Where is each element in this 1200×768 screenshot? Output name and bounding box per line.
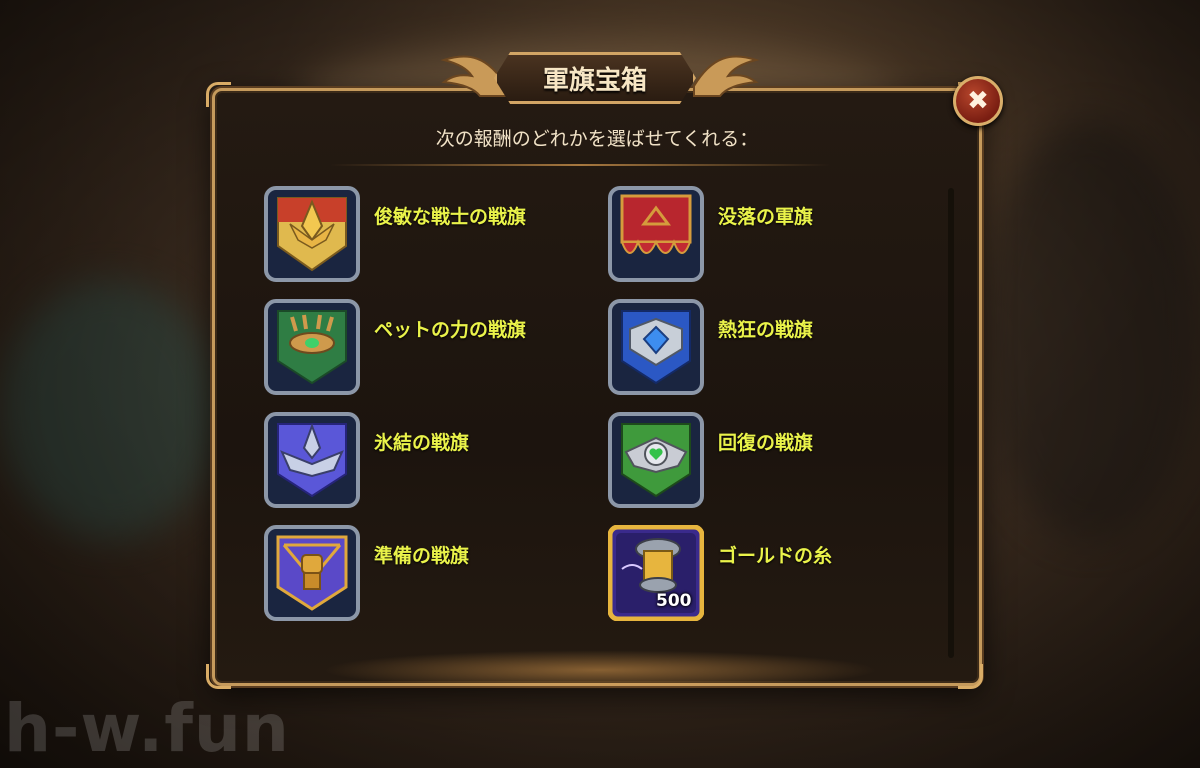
reward-label: 回復の戦旗 — [718, 432, 814, 454]
pet-power-banner-icon — [264, 299, 360, 395]
freeze-banner-icon — [264, 412, 360, 508]
reward-label: ゴールドの糸 — [718, 545, 833, 567]
reward-item[interactable]: 氷結の戦旗 — [264, 412, 594, 512]
reward-label: 熱狂の戦旗 — [718, 319, 814, 341]
reward-item[interactable]: 熱狂の戦旗 — [608, 299, 938, 399]
reward-label: 俊敏な戦士の戦旗 — [374, 206, 527, 228]
right-wing-ornament — [693, 55, 760, 97]
subtitle-divider — [330, 164, 830, 166]
reward-label: ペットの力の戦旗 — [374, 319, 527, 341]
close-button[interactable]: ✖ — [953, 76, 1003, 126]
ornament-corner — [958, 664, 983, 689]
dialog-title: 軍旗宝箱 — [542, 65, 647, 96]
ornament-corner — [206, 664, 231, 689]
watermark: h-w.fun — [4, 690, 290, 767]
reward-item[interactable]: 回復の戦旗 — [608, 412, 938, 512]
dialog-title-plate: 軍旗宝箱 — [494, 52, 696, 104]
frenzy-banner-icon — [608, 299, 704, 395]
agile-warrior-banner-icon — [264, 186, 360, 282]
close-icon: ✖ — [967, 86, 989, 116]
reward-item[interactable]: 没落の軍旗 — [608, 186, 938, 286]
fallen-banner-icon — [608, 186, 704, 282]
reward-quantity: 500 — [656, 591, 692, 611]
reward-item[interactable]: 俊敏な戦士の戦旗 — [264, 186, 594, 286]
dialog-subtitle: 次の報酬のどれかを選ばせてくれる： — [435, 128, 759, 150]
reward-item[interactable]: 500 ゴールドの糸 — [608, 525, 938, 625]
reward-list-scrollbar[interactable] — [948, 188, 954, 658]
ornament-corner — [206, 82, 231, 107]
healing-banner-icon — [608, 412, 704, 508]
reward-item[interactable]: 準備の戦旗 — [264, 525, 594, 625]
preparation-banner-icon — [264, 525, 360, 621]
reward-label: 氷結の戦旗 — [374, 432, 470, 454]
reward-label: 没落の軍旗 — [718, 206, 814, 228]
reward-label: 準備の戦旗 — [374, 545, 470, 567]
reward-item[interactable]: ペットの力の戦旗 — [264, 299, 594, 399]
